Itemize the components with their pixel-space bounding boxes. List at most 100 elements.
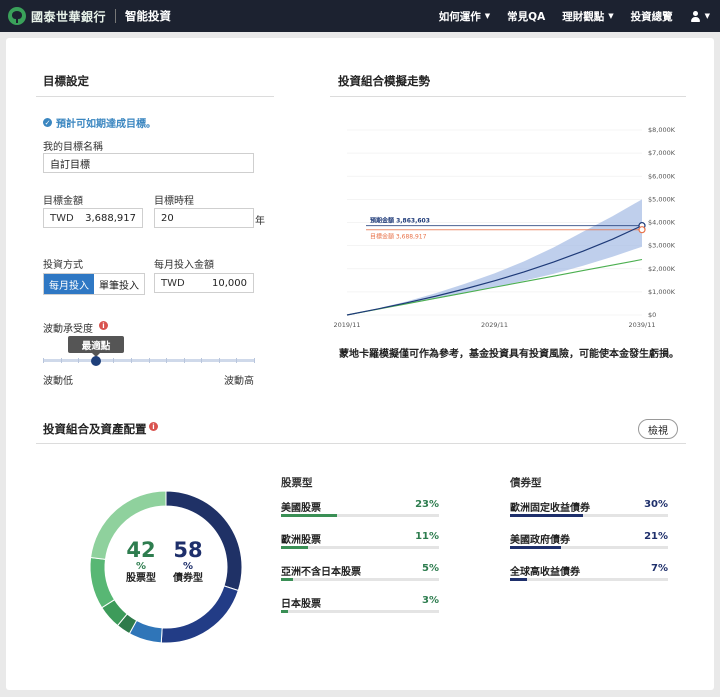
product-name[interactable]: 智能投資 <box>125 8 171 24</box>
goal-term-input[interactable]: 20 <box>154 208 254 228</box>
nav-label: 理財觀點 <box>562 10 605 23</box>
asset-percent: 7% <box>651 563 668 574</box>
asset-bar-track <box>510 514 668 517</box>
nav-how-it-works[interactable]: 如何運作 ▼ <box>439 9 490 24</box>
method-toggle: 每月投入 單筆投入 <box>43 273 145 295</box>
asset-bar-fill <box>281 514 338 517</box>
slider-tick <box>60 358 62 363</box>
target-amount-input[interactable]: TWD 3,688,917 <box>43 208 143 228</box>
bond-share: 58 % 債券型 <box>166 539 210 585</box>
nav-overview[interactable]: 投資總覽 <box>631 9 673 24</box>
tree-logo-icon <box>8 7 26 25</box>
allocation-section-title: 投資組合及資產配置 <box>43 422 147 436</box>
nav-faq[interactable]: 常見QA <box>507 9 545 24</box>
y-tick-label: $6,000K <box>648 172 676 180</box>
goal-name-value: 自訂目標 <box>50 159 90 171</box>
asset-name: 亞洲不含日本股票 <box>281 567 361 578</box>
percent-sign: % <box>135 561 147 572</box>
stock-share: 42 % 股票型 <box>119 539 163 585</box>
chevron-down-icon: ▼ <box>608 12 614 20</box>
simulation-section-title: 投資組合模擬走勢 <box>338 74 430 88</box>
percent-sign: % <box>182 561 194 572</box>
y-axis-ticks: $0 $1,000K $2,000K $3,000K $4,000K $5,000K $6,… <box>648 126 676 319</box>
goal-term-value: 20 <box>161 212 174 224</box>
main-card: 目標設定 ✓ 預計可如期達成目標。 我的目標名稱 自訂目標 目標金額 TWD 3… <box>6 38 714 690</box>
y-tick-label: $3,000K <box>648 242 676 250</box>
target-amount-label: 目標金額 <box>43 196 83 207</box>
asset-percent: 3% <box>422 595 439 606</box>
asset-bar-fill <box>510 546 562 549</box>
asset-row: 亞洲不含日本股票 5% <box>281 563 439 585</box>
x-tick-label: 2029/11 <box>481 321 508 329</box>
risk-label: 波動承受度 <box>43 324 93 335</box>
user-menu[interactable]: ▼ <box>690 10 710 22</box>
chevron-down-icon: ▼ <box>484 12 491 20</box>
nav-label: 如何運作 <box>438 10 481 23</box>
risk-slider-thumb[interactable] <box>90 356 101 366</box>
expected-amount-label: 預期金額 3,863,603 <box>370 217 430 225</box>
asset-percent: 5% <box>422 563 439 574</box>
asset-percent: 21% <box>644 531 668 542</box>
y-tick-label: $5,000K <box>648 195 676 203</box>
asset-name: 日本股票 <box>281 599 321 610</box>
slider-tick <box>218 358 220 363</box>
chevron-down-icon: ▼ <box>704 12 710 20</box>
y-tick-label: $2,000K <box>648 265 676 273</box>
brand-name: 國泰世華銀行 <box>31 9 107 24</box>
slider-tick <box>166 358 168 363</box>
risk-tooltip: 最適點 <box>68 336 124 357</box>
y-tick-label: $1,000K <box>648 288 676 296</box>
monthly-amount-value: 10,000 <box>212 277 247 289</box>
divider <box>36 96 274 97</box>
method-monthly-button[interactable]: 每月投入 <box>44 274 94 294</box>
monthly-amount-input[interactable]: TWD 10,000 <box>154 273 254 293</box>
asset-percent: 11% <box>415 531 439 542</box>
asset-row: 日本股票 3% <box>281 595 439 617</box>
goal-status-text: 預計可如期達成目標。 <box>56 119 156 130</box>
goal-name-input[interactable]: 自訂目標 <box>43 153 254 173</box>
bond-type-label: 債券型 <box>173 573 203 584</box>
view-button[interactable]: 檢視 <box>638 419 678 439</box>
slider-tick <box>236 358 238 363</box>
nav-label: 投資總覽 <box>630 10 673 23</box>
simulation-disclaimer: 蒙地卡羅模擬僅可作為參考，基金投資具有投資風險，可能使本金發生虧損。 <box>339 349 679 360</box>
asset-bar-fill <box>281 610 289 613</box>
x-tick-label: 2019/11 <box>333 321 360 329</box>
y-tick-label: $7,000K <box>648 149 676 157</box>
slider-tick <box>130 358 132 363</box>
goal-name-label: 我的目標名稱 <box>43 142 103 153</box>
slider-tick <box>78 358 80 363</box>
monthly-amount-label: 每月投入金額 <box>154 260 214 271</box>
main-nav: 如何運作 ▼ 常見QA 理財觀點 ▼ 投資總覽 ▼ <box>439 0 720 32</box>
currency-label: TWD <box>50 212 74 224</box>
bond-percent: 58 <box>173 538 203 562</box>
x-axis-ticks: 2019/11 2029/11 2039/11 <box>333 321 655 329</box>
simulation-chart: 預期金額 3,863,603 目標金額 3,688,917 $0$1,000K$… <box>333 126 676 329</box>
info-icon[interactable]: i <box>149 422 158 431</box>
asset-row: 美國股票 23% <box>281 499 439 521</box>
donut-segment <box>89 556 116 609</box>
asset-bar-track <box>281 514 439 517</box>
nav-insights[interactable]: 理財觀點 ▼ <box>562 9 613 24</box>
bond-group-title: 債券型 <box>510 477 542 489</box>
asset-name: 美國政府債券 <box>510 535 570 546</box>
divider <box>36 443 686 444</box>
goal-status: ✓ 預計可如期達成目標。 <box>43 115 156 130</box>
asset-bar-fill <box>510 578 528 581</box>
info-icon[interactable]: i <box>99 321 108 330</box>
asset-bar-track <box>281 578 439 581</box>
asset-percent: 23% <box>415 499 439 510</box>
brand-logo[interactable]: 國泰世華銀行 <box>8 7 106 25</box>
goal-term-label: 目標時程 <box>154 196 194 207</box>
top-navbar: 國泰世華銀行 智能投資 如何運作 ▼ 常見QA 理財觀點 ▼ 投資總覽 ▼ <box>0 0 720 32</box>
divider <box>330 96 686 97</box>
asset-row: 美國政府債券 21% <box>510 531 668 553</box>
target-amount-label: 目標金額 3,688,917 <box>370 233 427 241</box>
term-unit: 年 <box>255 216 265 227</box>
asset-percent: 30% <box>644 499 668 510</box>
slider-tick <box>183 358 185 363</box>
stock-percent: 42 <box>126 538 156 562</box>
asset-bar-track <box>510 546 668 549</box>
asset-name: 歐洲固定收益債券 <box>510 503 590 514</box>
method-lump-sum-button[interactable]: 單筆投入 <box>94 274 144 294</box>
